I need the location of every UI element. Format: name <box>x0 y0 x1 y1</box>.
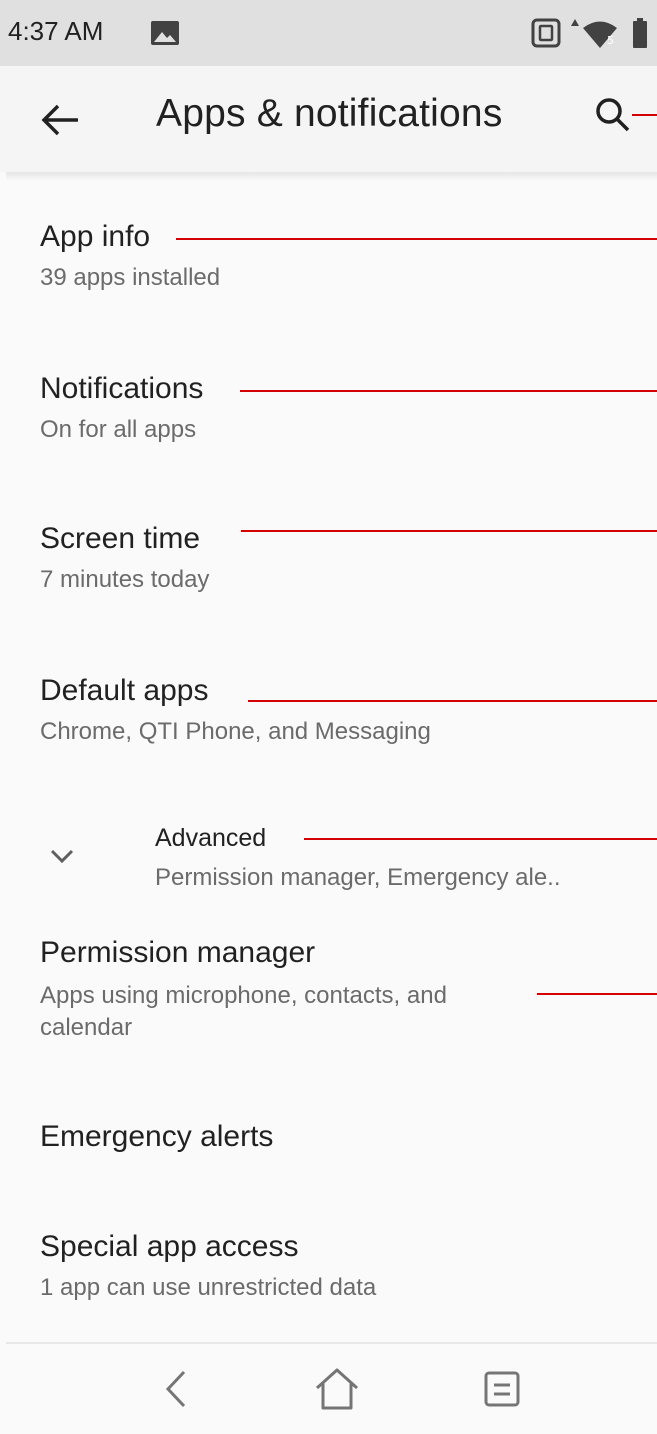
list-item-special-app-access[interactable]: Special app access 1 app can use unrestr… <box>0 1210 657 1330</box>
search-button[interactable] <box>590 90 650 150</box>
app-bar: Apps & notifications <box>0 66 657 172</box>
list-item-screen-time[interactable]: Screen time 7 minutes today <box>0 502 657 642</box>
search-icon <box>596 98 630 132</box>
nfc-icon <box>531 18 561 48</box>
data-arrow-icon <box>571 19 579 26</box>
navigation-bar <box>0 1344 657 1434</box>
item-title: Emergency alerts <box>40 1120 274 1153</box>
battery-icon <box>633 18 647 48</box>
list-item-emergency-alerts[interactable]: Emergency alerts <box>0 1096 657 1196</box>
advanced-subtitle: Permission manager, Emergency ale.. <box>155 864 561 891</box>
item-subtitle: 7 minutes today <box>40 566 210 593</box>
image-icon <box>150 20 180 51</box>
item-title: Permission manager <box>40 936 316 969</box>
settings-screen: 4:37 AM 5 Apps & notifications App info … <box>0 0 657 1434</box>
annotation-line <box>176 238 657 240</box>
status-bar: 4:37 AM 5 <box>0 0 657 66</box>
nav-recents-button[interactable] <box>478 1364 528 1414</box>
item-subtitle: On for all apps <box>40 416 197 443</box>
annotation-line <box>240 390 657 392</box>
annotation-line <box>632 114 657 116</box>
item-subtitle: 39 apps installed <box>40 264 221 291</box>
wifi-icon: 5 <box>583 21 617 48</box>
item-subtitle: 1 app can use unrestricted data <box>40 1274 377 1301</box>
wifi-badge: 5 <box>607 34 614 47</box>
back-button[interactable] <box>28 90 92 150</box>
nav-back-button[interactable] <box>150 1364 200 1414</box>
item-title: Notifications <box>40 372 204 405</box>
annotation-line <box>248 700 657 702</box>
list-item-app-info[interactable]: App info 39 apps installed <box>0 200 657 340</box>
status-icons: 5 <box>531 16 653 55</box>
nav-home-icon <box>315 1368 359 1410</box>
annotation-line <box>304 838 657 840</box>
item-subtitle: Apps using microphone, contacts, and <box>40 982 447 1009</box>
item-title: App info <box>40 220 151 253</box>
arrow-back-icon <box>41 104 78 136</box>
item-subtitle-line2: calendar <box>40 1014 133 1041</box>
list-item-permission-manager[interactable]: Permission manager Apps using microphone… <box>0 920 657 1070</box>
advanced-title: Advanced <box>155 824 267 852</box>
nav-recents-icon <box>484 1371 520 1407</box>
annotation-line <box>241 530 657 532</box>
nav-back-icon <box>165 1370 186 1408</box>
toolbar-divider <box>6 172 657 180</box>
item-title: Default apps <box>40 674 209 707</box>
list-item-notifications[interactable]: Notifications On for all apps <box>0 352 657 492</box>
annotation-line <box>537 993 657 995</box>
page-title: Apps & notifications <box>156 92 503 135</box>
list-item-advanced[interactable]: Advanced Permission manager, Emergency a… <box>0 808 657 908</box>
list-item-default-apps[interactable]: Default apps Chrome, QTI Phone, and Mess… <box>0 654 657 794</box>
item-subtitle: Chrome, QTI Phone, and Messaging <box>40 718 431 745</box>
item-title: Special app access <box>40 1230 299 1263</box>
nav-home-button[interactable] <box>312 1364 362 1414</box>
chevron-down-icon <box>46 844 78 873</box>
status-time: 4:37 AM <box>8 16 104 46</box>
item-title: Screen time <box>40 522 201 555</box>
